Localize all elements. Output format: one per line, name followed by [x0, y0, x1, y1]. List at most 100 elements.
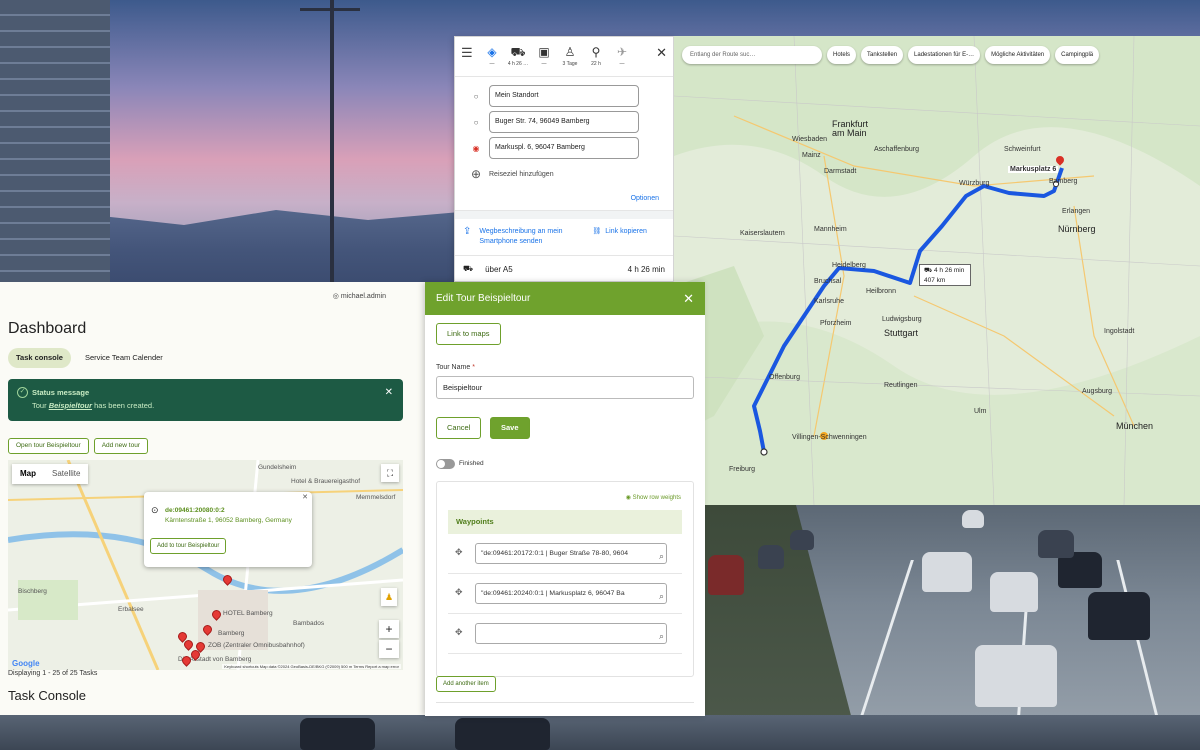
mode-transit[interactable]: ▣ — [531, 45, 557, 67]
city-label: Darmstadt [824, 168, 857, 175]
tab-task-console[interactable]: Task console [8, 348, 71, 368]
map-type-map[interactable]: Map [12, 464, 44, 484]
city-label: Offenburg [769, 374, 801, 381]
zoom-in-button[interactable]: + [379, 620, 399, 638]
city-label: Ludwigsburg [882, 316, 922, 323]
route-duration-callout[interactable]: ⛟ 4 h 26 min 407 km [919, 264, 971, 286]
city-label: Heilbronn [866, 288, 896, 295]
search-icon: ⌕ [656, 587, 664, 603]
city-label: Würzburg [959, 180, 990, 187]
waypoints-section: ◉ Show row weights Waypoints ✥ "de:09461… [436, 481, 694, 677]
mode-car[interactable]: ⛟ 4 h 26 … [505, 45, 531, 67]
page-title: Dashboard [8, 320, 87, 337]
show-row-weights-button[interactable]: ◉ Show row weights [626, 494, 681, 501]
add-to-tour-button[interactable]: Add to tour Beispieltour [150, 538, 227, 554]
map-type-satellite[interactable]: Satellite [44, 464, 88, 484]
drag-handle-icon[interactable]: ✥ [455, 547, 463, 558]
destination-input[interactable]: Markuspl. 6, 96047 Bamberg [489, 137, 639, 159]
tour-link[interactable]: Beispieltour [49, 401, 92, 410]
car [922, 552, 972, 592]
city-label: München [1116, 421, 1154, 431]
city-label: Freiburg [729, 466, 756, 473]
cancel-button[interactable]: Cancel [436, 417, 482, 439]
open-tour-button[interactable]: Open tour Beispieltour [8, 438, 89, 454]
link-to-maps-button[interactable]: Link to maps [436, 323, 501, 345]
city-label: Karlsruhe [814, 298, 844, 305]
mode-bike[interactable]: ⚲ 22 h [583, 45, 609, 67]
task-count: Displaying 1 - 25 of 25 Tasks [8, 670, 98, 677]
eye-icon: ◉ [625, 495, 633, 501]
car [790, 530, 814, 550]
city-label: Bamberg [1049, 178, 1078, 185]
city-label: Wiesbaden [792, 136, 828, 143]
city-label: Ingolstadt [1104, 328, 1135, 335]
tab-bar: Task console Service Team Calender [8, 348, 171, 368]
finished-toggle[interactable] [436, 459, 455, 469]
waypoint-input[interactable]: "de:09461:20172:0:1 | Buger Straße 78-80… [475, 543, 667, 564]
car [708, 555, 744, 595]
tour-actions: Open tour Beispieltour Add new tour [8, 438, 148, 454]
mode-walk[interactable]: ♙ 3 Tage [557, 45, 583, 67]
google-logo: Google [12, 659, 40, 668]
route-search-input[interactable]: Entlang der Route suc… [682, 46, 822, 64]
city-label: Frankfurt am Main [832, 119, 869, 138]
save-button[interactable]: Save [490, 417, 530, 439]
waypoint-input[interactable]: "de:09461:20240:0:1 | Markusplatz 6, 960… [475, 583, 667, 604]
map-attribution: Keyboard shortcuts Map data ©2024 GeoBas… [222, 664, 401, 669]
send-to-phone-link[interactable]: Wegbeschreibung an mein Smartphone sende… [479, 227, 584, 247]
copy-link-button[interactable]: ⛓ Link kopieren [592, 227, 647, 237]
street-view-pegman-icon[interactable]: ♟ [381, 588, 397, 606]
location-pin-icon: ⊙ [151, 505, 159, 515]
chip-activities[interactable]: Mögliche Aktivitäten [985, 46, 1051, 64]
chip-hotels[interactable]: Hotels [827, 46, 857, 64]
car-icon: ⛟ [463, 264, 474, 273]
drag-handle-icon[interactable]: ✥ [455, 627, 463, 638]
tour-name-input[interactable]: Beispieltour [436, 376, 694, 399]
plane-icon: ✈ [616, 45, 628, 59]
stop-row: ○ Mein Standort [463, 83, 665, 109]
train-icon: ▣ [538, 45, 550, 59]
background-building [0, 0, 110, 290]
walk-icon: ♙ [564, 45, 576, 59]
drag-handle-icon[interactable]: ✥ [455, 587, 463, 598]
zoom-out-button[interactable]: − [379, 640, 399, 658]
mode-flight[interactable]: ✈ — [609, 45, 635, 67]
fullscreen-icon[interactable]: ⛶ [381, 464, 399, 482]
waypoint-input[interactable]: ⌕ [475, 623, 667, 644]
chip-camping[interactable]: Campingplä [1055, 46, 1100, 64]
city-label: Kaiserslautern [740, 230, 785, 237]
close-icon[interactable]: ✕ [656, 45, 667, 61]
menu-icon[interactable]: ☰ [461, 45, 479, 61]
close-icon[interactable]: ✕ [385, 387, 393, 398]
map-type-toggle: Map Satellite [12, 464, 89, 484]
add-tour-button[interactable]: Add new tour [93, 438, 148, 454]
car-icon: ⛟ [924, 267, 934, 274]
background-street-bottom [0, 715, 1200, 750]
user-menu[interactable]: ◎ michael.admin [333, 292, 386, 300]
finished-label: Finished [459, 460, 484, 467]
car [1038, 530, 1074, 558]
options-link[interactable]: Optionen [455, 187, 673, 211]
chip-ev-charging[interactable]: Ladestationen für E-… [908, 46, 981, 64]
route-map[interactable]: Entlang der Route suc… Hotels Tankstelle… [674, 36, 1200, 505]
task-map[interactable]: Gundelsheim Memmelsdorf Bischberg Erbals… [8, 460, 403, 670]
close-icon[interactable]: ✕ [302, 493, 308, 501]
popup-address: Kärntenstraße 1, 96052 Bamberg, Germany [165, 517, 292, 524]
origin-circle-icon: ○ [473, 91, 479, 101]
close-icon[interactable]: ✕ [683, 291, 694, 307]
bike-icon: ⚲ [591, 45, 601, 59]
mode-best[interactable]: ◈ — [479, 45, 505, 67]
origin-input[interactable]: Mein Standort [489, 85, 639, 107]
waypoint-input[interactable]: Buger Str. 74, 96049 Bamberg [489, 111, 639, 133]
car [1088, 592, 1150, 640]
edit-tour-panel: Edit Tour Beispieltour ✕ Link to maps To… [425, 282, 705, 716]
chip-fuel[interactable]: Tankstellen [861, 46, 904, 64]
route-option[interactable]: ⛟ über A5 4 h 26 min [455, 256, 673, 281]
tab-service-team-calendar[interactable]: Service Team Calender [77, 348, 171, 368]
panel-title: Edit Tour Beispieltour [436, 293, 531, 304]
phone-send-icon: ⇪ [463, 226, 472, 237]
add-destination[interactable]: ⊕ Reiseziel hinzufügen [463, 161, 665, 187]
car [975, 645, 1057, 707]
add-another-item-button[interactable]: Add another item [436, 676, 496, 692]
city-label: Heidelberg [832, 262, 866, 269]
